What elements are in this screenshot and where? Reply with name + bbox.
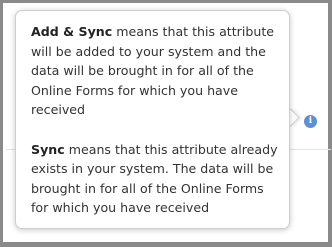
add-sync-description: Add & Sync means that this attribute wil… xyxy=(31,22,281,120)
info-icon[interactable]: i xyxy=(304,115,317,128)
add-sync-term: Add & Sync xyxy=(31,24,113,39)
sync-term: Sync xyxy=(31,141,65,157)
sync-text: means that this attribute already exists… xyxy=(31,141,278,216)
tooltip-popover: Add & Sync means that this attribute wil… xyxy=(15,10,290,229)
sync-description: Sync means that this attribute already e… xyxy=(31,140,281,218)
